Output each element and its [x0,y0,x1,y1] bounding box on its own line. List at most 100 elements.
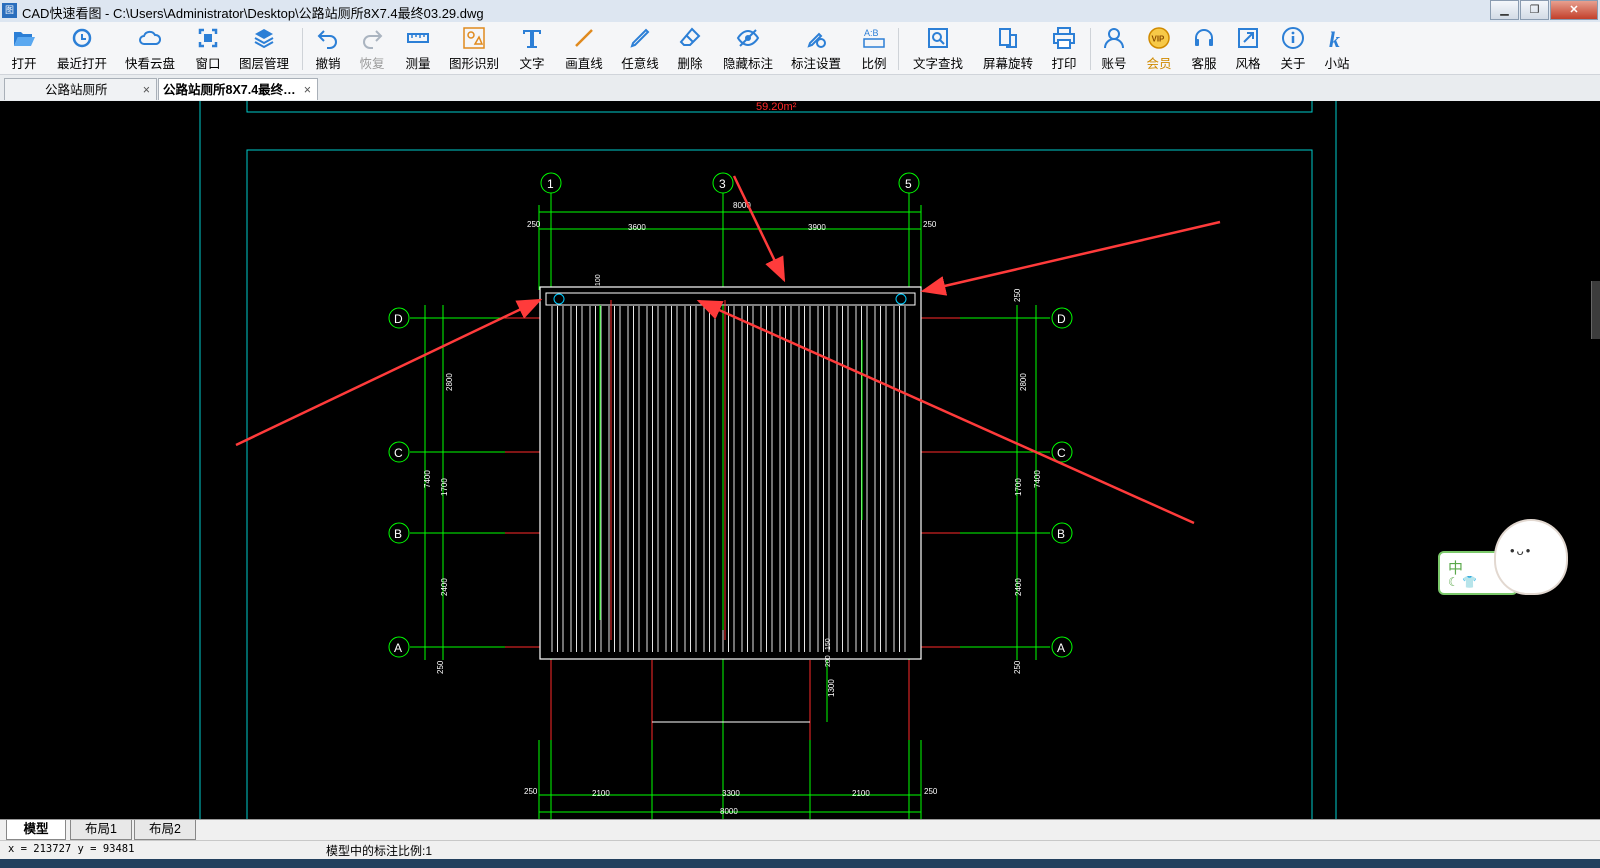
dim-side-total: 7400 [423,470,432,488]
tab-layout2[interactable]: 布局2 [134,820,196,840]
axis-label-row: A [394,641,402,655]
dim-side: 2800 [1019,373,1028,391]
toolbar-label: 屏幕旋转 [982,57,1033,71]
toolbar-label: 文字 [519,57,545,71]
toolbar-measure-button[interactable]: 测量 [404,26,432,72]
undo-icon [317,30,337,49]
cursor-coordinates: x = 213727 y = 93481 [8,843,135,855]
history-icon [72,28,92,48]
toolbar-separator [1090,28,1091,70]
text-icon [523,30,541,48]
toolbar-label: 删除 [677,57,703,71]
toolbar-rotate-screen-button[interactable]: 屏幕旋转 [982,26,1034,72]
cad-app-icon[interactable]: 图 [2,3,17,18]
toolbar-draw-line-button[interactable]: 画直线 [564,26,604,72]
toolbar-label: 图层管理 [238,57,289,71]
toolbar-text-button[interactable]: 文字 [518,26,546,72]
arrow-top [732,175,786,283]
side-scroll-grip[interactable] [1591,281,1600,339]
toolbar-recent-button[interactable]: 最近打开 [56,26,108,72]
tab-document-1[interactable]: 公路站厕所 × [4,78,157,100]
document-tab-bar: 公路站厕所 × 公路站厕所8X7.4最终… × [0,75,1600,102]
toolbar-separator [898,28,899,70]
toolbar-text-search-button[interactable]: 文字查找 [912,26,964,72]
toolbar-label: 窗口 [195,57,221,71]
toolbar-account-button[interactable]: 账号 [1100,26,1128,72]
tab-close-icon[interactable]: × [143,79,150,101]
toolbar-style-button[interactable]: 风格 [1234,26,1262,72]
dim-side: 2400 [440,578,449,596]
dim-top-right: 3900 [808,223,826,232]
toolbar-print-button[interactable]: 打印 [1050,26,1078,72]
toolbar-undo-button[interactable]: 撤销 [314,26,342,72]
dim-bottom-edge-left: 250 [524,787,538,796]
axis-label-col: 5 [905,177,912,191]
status-bar: x = 213727 y = 93481 模型中的标注比例:1 [0,840,1600,859]
dim-bottom-mid: 3300 [722,789,740,798]
axis-label-col: 1 [547,177,554,191]
toolbar-hide-annotation-button[interactable]: 隐藏标注 [722,26,774,72]
toolbar-cloud-button[interactable]: 快看云盘 [124,26,176,72]
toolbar-scale-button[interactable]: A:B 比例 [860,26,888,72]
toolbar-about-button[interactable]: 关于 [1279,26,1307,72]
drawing-canvas[interactable]: 59.20m² 1 3 5 8000 3600 3900 250 250 100… [0,101,1600,819]
tab-label: 公路站厕所8X7.4最终… [163,83,296,97]
tab-document-2[interactable]: 公路站厕所8X7.4最终… × [158,78,318,100]
toolbar-layers-button[interactable]: 图层管理 [238,26,290,72]
arrow-left [235,298,543,447]
axis-label-col: 3 [719,177,726,191]
pen-icon [630,28,650,48]
ime-widget[interactable]: 中 ☾ 👕 •ᴗ• [1438,511,1568,595]
toolbar-annotation-settings-button[interactable]: 标注设置 [790,26,842,72]
dim-side: 1700 [440,478,449,496]
shape-recognition-icon [463,27,485,49]
toolbar-shape-recognition-button[interactable]: 图形识别 [448,26,500,72]
area-label: 59.20m² [756,101,797,113]
redo-icon [363,30,383,49]
minimize-button[interactable]: ▁ [1490,0,1519,20]
dim-top-edge-right: 250 [923,220,937,229]
toolbar-label: 风格 [1235,57,1261,71]
dim-top-left: 3600 [628,223,646,232]
toolbar-site-button[interactable]: k 小站 [1323,26,1351,72]
svg-text:k: k [1329,27,1340,50]
title-bar: 图 CAD快速看图 - C:\Users\Administrator\Deskt… [0,0,1600,23]
tab-layout1[interactable]: 布局1 [70,820,132,840]
axis-label-row: B [1057,527,1065,541]
eye-hide-icon [736,29,760,47]
dim-side-edge: 250 [436,660,445,674]
dim-side: 2800 [445,373,454,391]
dim-side: 1700 [1014,478,1023,496]
dim-top-edge-left: 250 [527,220,541,229]
scale-icon: A:B [863,28,885,48]
headset-icon [1195,29,1213,46]
main-toolbar: 打开 最近打开 快看云盘 窗口 图层管理 撤销 恢复 测量 图形识别 文字 画直… [0,22,1600,75]
toolbar-label: 客服 [1191,57,1217,71]
dim-small: 150 [825,638,832,650]
toolbar-vip-button[interactable]: VIP 会员 [1145,26,1173,72]
tab-model[interactable]: 模型 [6,820,66,840]
tab-close-icon[interactable]: × [304,79,311,101]
toolbar-separator [302,28,303,70]
ruler-icon [407,33,429,43]
toolbar-window-button[interactable]: 窗口 [194,26,222,72]
toolbar-open-button[interactable]: 打开 [10,26,38,72]
cloud-icon [139,30,162,45]
dim-side-edge: 250 [1013,288,1022,302]
dim-bottom-total: 8000 [720,807,738,816]
toolbar-label: 画直线 [565,57,603,71]
toolbar-label: 比例 [861,57,887,71]
dim-side: 2400 [1014,578,1023,596]
dim-small: 1300 [827,679,836,697]
dim-bottom-left: 2100 [592,789,610,798]
restore-button[interactable]: ❐ [1520,0,1549,20]
toolbar-support-button[interactable]: 客服 [1190,26,1218,72]
toolbar-label: 小站 [1324,57,1350,71]
toolbar-freehand-button[interactable]: 任意线 [620,26,660,72]
building-outline [539,286,922,660]
toolbar-label: 图形识别 [448,57,499,71]
toolbar-label: 打开 [11,57,37,71]
close-button[interactable]: ✕ [1550,0,1598,20]
toolbar-redo-button[interactable]: 恢复 [358,26,386,72]
toolbar-delete-button[interactable]: 删除 [676,26,704,72]
